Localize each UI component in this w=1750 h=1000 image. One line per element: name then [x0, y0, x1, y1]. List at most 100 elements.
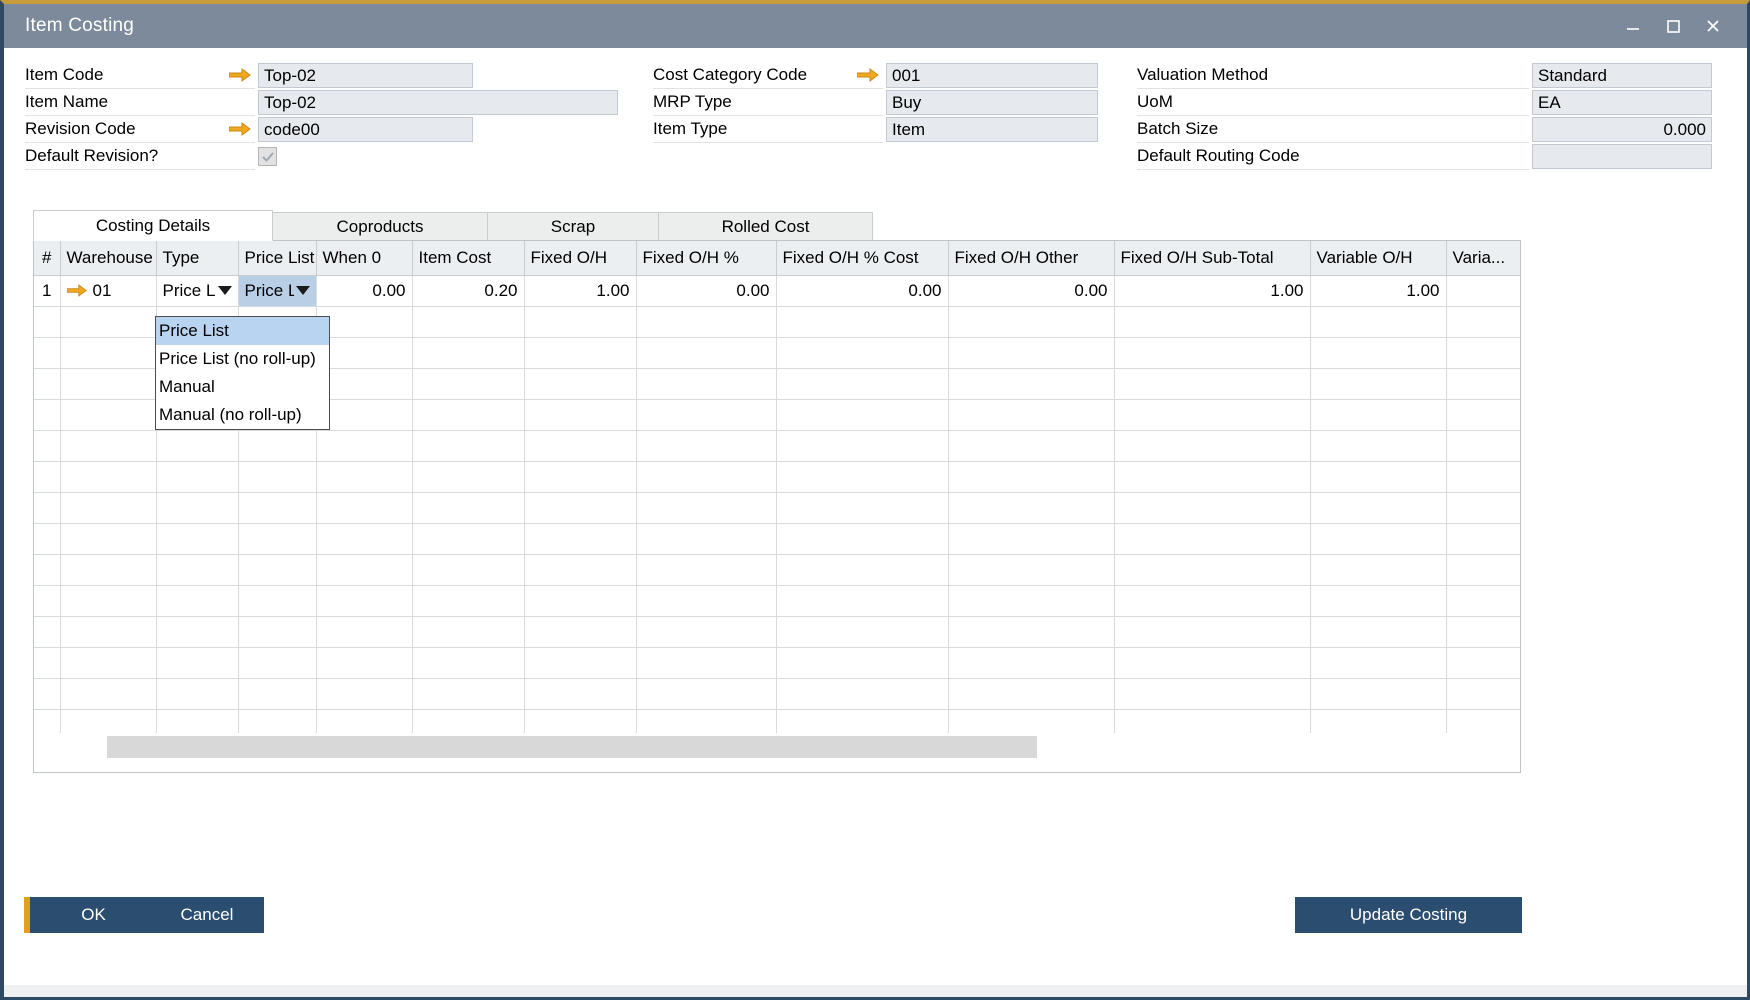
- item-type-input[interactable]: Item: [886, 117, 1098, 142]
- grid-cell[interactable]: [776, 337, 948, 368]
- grid-cell[interactable]: [412, 647, 524, 678]
- grid-horizontal-scrollbar[interactable]: [35, 736, 1519, 758]
- grid-cell[interactable]: [1446, 399, 1520, 430]
- grid-cell[interactable]: [412, 554, 524, 585]
- row-index[interactable]: [34, 678, 60, 709]
- grid-cell[interactable]: [316, 368, 412, 399]
- grid-cell[interactable]: [1114, 368, 1310, 399]
- grid-cell[interactable]: [1446, 523, 1520, 554]
- ok-button[interactable]: OK: [24, 897, 157, 933]
- cell-warehouse[interactable]: [60, 337, 156, 368]
- link-arrow-icon[interactable]: [225, 116, 255, 143]
- row-index[interactable]: [34, 523, 60, 554]
- table-row[interactable]: [34, 709, 1520, 733]
- cell-item-cost[interactable]: 0.20: [412, 275, 524, 306]
- row-index[interactable]: [34, 554, 60, 585]
- grid-cell[interactable]: [412, 616, 524, 647]
- mrp-type-input[interactable]: Buy: [886, 90, 1098, 115]
- grid-cell[interactable]: [412, 399, 524, 430]
- grid-cell[interactable]: [156, 461, 238, 492]
- grid-cell[interactable]: [1114, 461, 1310, 492]
- cell-fixed-oh-sub-total[interactable]: 1.00: [1114, 275, 1310, 306]
- grid-cell[interactable]: [316, 709, 412, 733]
- grid-cell[interactable]: [238, 647, 316, 678]
- grid-cell[interactable]: [238, 430, 316, 461]
- grid-cell[interactable]: [776, 616, 948, 647]
- grid-cell[interactable]: [1310, 337, 1446, 368]
- grid-cell[interactable]: [524, 616, 636, 647]
- grid-cell[interactable]: [948, 461, 1114, 492]
- row-index[interactable]: [34, 368, 60, 399]
- update-costing-button[interactable]: Update Costing: [1295, 897, 1522, 933]
- grid-cell[interactable]: [238, 492, 316, 523]
- grid-cell[interactable]: [316, 616, 412, 647]
- col-header-fixed-oh[interactable]: Fixed O/H: [524, 241, 636, 275]
- grid-cell[interactable]: [1114, 337, 1310, 368]
- col-header-fixed-oh-sub-total[interactable]: Fixed O/H Sub-Total: [1114, 241, 1310, 275]
- grid-cell[interactable]: [636, 647, 776, 678]
- grid-cell[interactable]: [412, 461, 524, 492]
- tab-costing-details[interactable]: Costing Details: [33, 210, 273, 241]
- cell-warehouse[interactable]: [60, 461, 156, 492]
- table-row[interactable]: [34, 554, 1520, 585]
- grid-cell[interactable]: [524, 709, 636, 733]
- cell-warehouse[interactable]: [60, 306, 156, 337]
- grid-cell[interactable]: [636, 554, 776, 585]
- grid-cell[interactable]: [1446, 554, 1520, 585]
- grid-cell[interactable]: [156, 647, 238, 678]
- grid-cell[interactable]: [316, 678, 412, 709]
- default-routing-code-input[interactable]: [1532, 144, 1712, 169]
- batch-size-input[interactable]: 0.000: [1532, 117, 1712, 142]
- grid-cell[interactable]: [636, 337, 776, 368]
- row-index[interactable]: [34, 492, 60, 523]
- grid-cell[interactable]: [1446, 306, 1520, 337]
- grid-cell[interactable]: [636, 368, 776, 399]
- row-index[interactable]: [34, 306, 60, 337]
- row-index[interactable]: [34, 461, 60, 492]
- grid-cell[interactable]: [238, 709, 316, 733]
- dropdown-option-manual-no-rollup[interactable]: Manual (no roll-up): [156, 401, 329, 429]
- grid-cell[interactable]: [948, 430, 1114, 461]
- grid-cell[interactable]: [948, 647, 1114, 678]
- row-index[interactable]: [34, 709, 60, 733]
- grid-cell[interactable]: [1310, 306, 1446, 337]
- uom-input[interactable]: EA: [1532, 90, 1712, 115]
- grid-cell[interactable]: [316, 492, 412, 523]
- grid-cell[interactable]: [776, 523, 948, 554]
- type-dropdown-menu[interactable]: Price List Price List (no roll-up) Manua…: [155, 316, 330, 430]
- grid-cell[interactable]: [524, 337, 636, 368]
- cell-warehouse[interactable]: [60, 399, 156, 430]
- col-header-type[interactable]: Type: [156, 241, 238, 275]
- grid-cell[interactable]: [636, 399, 776, 430]
- maximize-icon[interactable]: [1653, 4, 1693, 48]
- grid-cell[interactable]: [316, 461, 412, 492]
- grid-cell[interactable]: [776, 554, 948, 585]
- table-row[interactable]: [34, 678, 1520, 709]
- grid-cell[interactable]: [1114, 430, 1310, 461]
- grid-cell[interactable]: [156, 678, 238, 709]
- cell-warehouse[interactable]: [60, 430, 156, 461]
- link-arrow-icon[interactable]: [853, 62, 883, 89]
- grid-cell[interactable]: [948, 399, 1114, 430]
- grid-cell[interactable]: [1114, 306, 1310, 337]
- grid-cell[interactable]: [948, 678, 1114, 709]
- col-header-fixed-oh-pct-cost[interactable]: Fixed O/H % Cost: [776, 241, 948, 275]
- col-header-warehouse[interactable]: Warehouse: [60, 241, 156, 275]
- grid-cell[interactable]: [238, 585, 316, 616]
- grid-cell[interactable]: [156, 554, 238, 585]
- grid-cell[interactable]: [1446, 678, 1520, 709]
- grid-cell[interactable]: [524, 523, 636, 554]
- grid-cell[interactable]: [1310, 368, 1446, 399]
- minimize-icon[interactable]: [1613, 4, 1653, 48]
- grid-cell[interactable]: [776, 461, 948, 492]
- grid-cell[interactable]: [1310, 585, 1446, 616]
- cancel-button[interactable]: Cancel: [150, 897, 264, 933]
- table-row[interactable]: 1 01 Price Li: [34, 275, 1520, 306]
- grid-cell[interactable]: [1310, 461, 1446, 492]
- row-index[interactable]: [34, 647, 60, 678]
- col-header-variable-oh[interactable]: Variable O/H: [1310, 241, 1446, 275]
- grid-cell[interactable]: [238, 461, 316, 492]
- grid-cell[interactable]: [636, 461, 776, 492]
- grid-cell[interactable]: [1310, 554, 1446, 585]
- grid-cell[interactable]: [1114, 523, 1310, 554]
